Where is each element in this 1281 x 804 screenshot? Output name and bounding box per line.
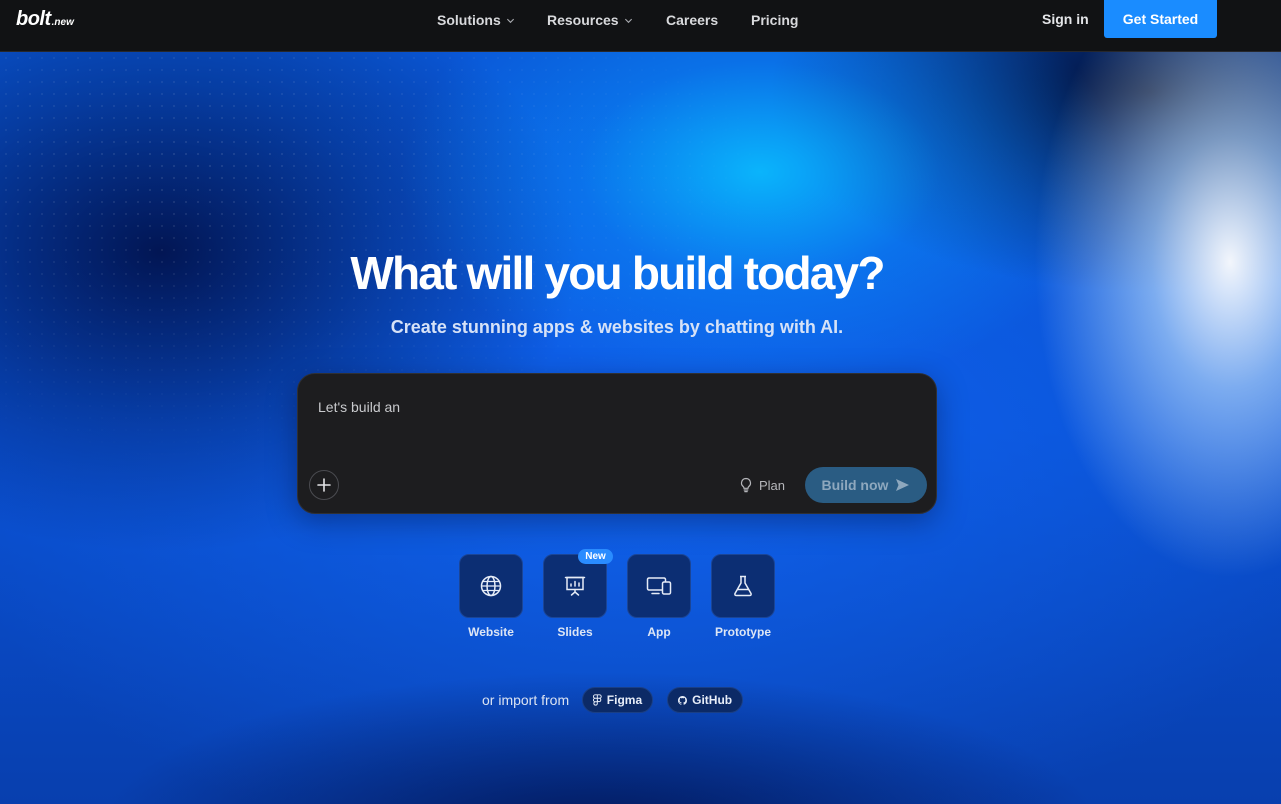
category-website-label: Website [468, 625, 514, 639]
hero-subtitle: Create stunning apps & websites by chatt… [390, 317, 844, 337]
new-badge: New [578, 549, 613, 564]
category-slides-label: Slides [557, 625, 593, 639]
devices-icon [646, 577, 672, 595]
nav-solutions[interactable]: Solutions [437, 12, 547, 28]
logo-suffix: .new [51, 17, 74, 28]
category-prototype-box [711, 554, 775, 618]
figma-label: Figma [606, 693, 643, 707]
lightbulb-icon [740, 477, 752, 493]
chevron-down-icon [506, 18, 514, 23]
nav-resources-label: Resources [547, 12, 619, 28]
github-label: GitHub [692, 693, 733, 707]
nav-careers-label: Careers [666, 12, 719, 28]
import-text: or import from [482, 692, 570, 708]
prompt-box: Plan Build now [297, 373, 937, 514]
import-github-button[interactable]: GitHub [667, 687, 744, 713]
plan-button[interactable]: Plan [739, 475, 785, 495]
nav-pricing-label: Pricing [751, 12, 799, 28]
chevron-down-icon [624, 18, 632, 23]
globe-icon [480, 575, 502, 597]
hero-title: What will you build today? [350, 247, 885, 299]
category-slides-box: New [543, 549, 613, 618]
category-app[interactable]: App [627, 554, 691, 639]
github-icon [678, 695, 688, 705]
presentation-chart-icon [564, 576, 586, 596]
category-website-box [459, 554, 523, 618]
plan-label: Plan [759, 477, 786, 493]
nav-links: Solutions Resources Careers Pricing [437, 0, 798, 40]
attach-button[interactable] [309, 470, 339, 500]
get-started-button[interactable]: Get Started [1104, 0, 1217, 38]
category-website[interactable]: Website [459, 554, 523, 639]
nav-solutions-label: Solutions [437, 12, 501, 28]
logo[interactable]: bolt .new [16, 8, 74, 31]
send-arrow-icon [896, 479, 910, 491]
build-now-label: Build now [821, 477, 889, 493]
nav-resources[interactable]: Resources [547, 12, 666, 28]
category-slides[interactable]: New Slides [543, 549, 613, 639]
build-now-button[interactable]: Build now [805, 467, 927, 503]
flask-icon [734, 575, 752, 597]
import-figma-button[interactable]: Figma [582, 687, 654, 713]
nav-careers[interactable]: Careers [666, 12, 751, 28]
category-tiles: Website New Slides App Prototype [459, 549, 779, 644]
nav-pricing[interactable]: Pricing [751, 12, 798, 28]
import-row: or import from Figma GitHub [482, 687, 744, 713]
figma-icon [593, 694, 602, 706]
category-prototype[interactable]: Prototype [711, 554, 775, 639]
top-nav: bolt .new Solutions Resources Careers Pr… [0, 0, 1281, 52]
logo-text: bolt [16, 8, 51, 30]
prompt-input[interactable] [318, 397, 918, 417]
plus-icon [317, 478, 331, 492]
category-app-label: App [647, 625, 671, 639]
category-prototype-label: Prototype [714, 625, 771, 639]
sign-in-link[interactable]: Sign in [1042, 11, 1089, 27]
category-app-box [627, 554, 691, 618]
